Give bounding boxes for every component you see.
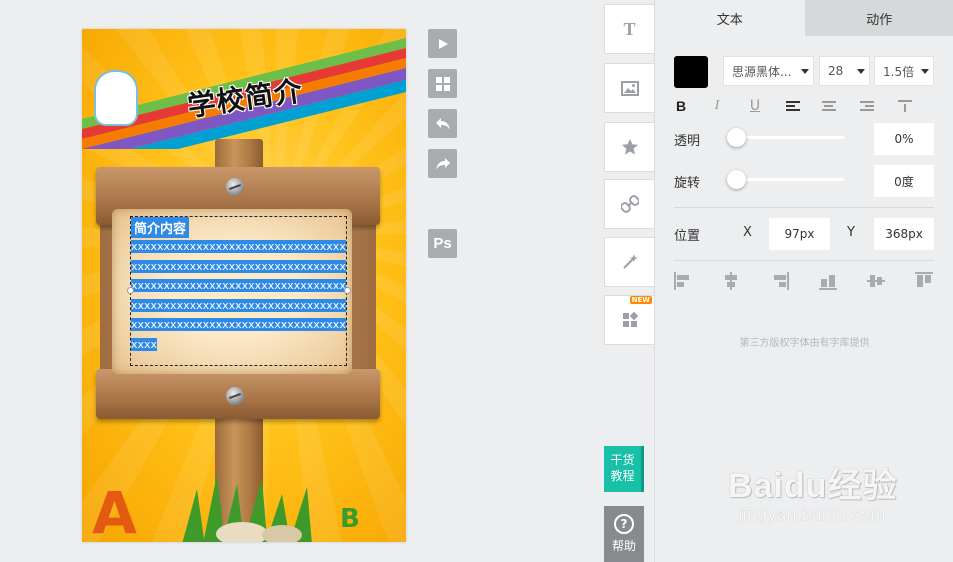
tab-text[interactable]: 文本 <box>655 0 805 36</box>
text-body: xxxxxxxxxxxxxxxxxxxxxxxxxxxxxxxxxxxxxxxx… <box>131 240 346 351</box>
font-size-value: 28 <box>828 64 844 78</box>
opacity-slider[interactable] <box>727 128 844 147</box>
design-canvas[interactable]: 学校简介 简介内容 xxxxxxxxxxxxxxxxxxxxxxxxxxxxxx… <box>82 29 406 542</box>
align-top-edge-button[interactable] <box>915 272 933 290</box>
new-badge: NEW <box>629 296 652 304</box>
align-left-icon <box>786 99 800 113</box>
help-button[interactable]: ? 帮助 <box>604 506 644 562</box>
x-label: X <box>743 225 752 240</box>
shape-tool-button[interactable] <box>604 122 654 172</box>
align-right-button[interactable] <box>857 97 877 115</box>
italic-button[interactable]: I <box>707 97 727 115</box>
align-center-button[interactable] <box>819 97 839 115</box>
help-icon: ? <box>614 514 634 534</box>
underline-button[interactable]: U <box>745 97 765 115</box>
text-icon: T <box>623 18 636 39</box>
y-label: Y <box>847 225 855 240</box>
baidu-watermark: Baidu经验 jingyan.baidu.com <box>728 458 897 524</box>
undo-icon <box>435 117 450 130</box>
panel-tabs: 文本 动作 <box>655 0 953 36</box>
letter-b-decoration: B <box>340 504 360 534</box>
tutorial-label-line1: 干货 <box>610 453 635 467</box>
font-color-picker[interactable] <box>674 56 708 88</box>
tutorial-button[interactable]: 干货 教程 <box>604 446 644 492</box>
align-center-icon <box>822 99 836 113</box>
screw-icon <box>226 178 244 196</box>
selected-text-box[interactable]: 简介内容 xxxxxxxxxxxxxxxxxxxxxxxxxxxxxxxxxxx… <box>127 216 351 366</box>
font-family-value: 思源黑体... <box>732 64 792 79</box>
bold-button[interactable]: B <box>671 97 691 115</box>
align-bottom-edge-button[interactable] <box>819 272 837 290</box>
component-tool-button[interactable]: NEW <box>604 295 654 345</box>
watermark-url: jingyan.baidu.com <box>738 505 886 524</box>
chevron-down-icon <box>801 69 809 74</box>
align-v-center-button[interactable] <box>867 272 885 290</box>
line-height-value: 1.5倍 <box>883 64 915 79</box>
tab-animation[interactable]: 动作 <box>804 0 953 36</box>
chevron-down-icon <box>921 69 929 74</box>
preview-button[interactable] <box>428 29 457 58</box>
text-heading: 简介内容 <box>131 217 190 238</box>
divider <box>674 207 934 208</box>
text-tool-button[interactable]: T <box>604 4 654 54</box>
letter-a-decoration: A <box>92 479 137 542</box>
resize-handle-left[interactable] <box>127 287 134 294</box>
help-label: 帮助 <box>611 539 636 553</box>
letter-spacing-button[interactable] <box>895 97 915 115</box>
x-position-field[interactable]: 97px <box>769 218 830 250</box>
link-icon <box>620 195 639 213</box>
redo-icon <box>435 157 450 170</box>
link-tool-button[interactable] <box>604 179 654 229</box>
grass-decoration <box>182 474 312 542</box>
components-icon <box>622 312 638 327</box>
redo-button[interactable] <box>428 149 457 178</box>
resize-handle-right[interactable] <box>344 287 351 294</box>
line-height-select[interactable]: 1.5倍 <box>874 56 934 86</box>
star-icon <box>621 138 638 155</box>
opacity-slider-knob[interactable] <box>727 128 746 147</box>
play-icon <box>438 38 448 49</box>
position-label: 位置 <box>674 229 701 244</box>
y-position-field[interactable]: 368px <box>874 218 934 250</box>
divider <box>674 260 934 261</box>
magic-wand-icon <box>622 254 638 269</box>
align-h-center-button[interactable] <box>722 272 740 290</box>
image-icon <box>620 80 639 96</box>
align-right-edge-button[interactable] <box>771 272 789 290</box>
tutorial-label-line2: 教程 <box>610 469 635 483</box>
watermark-main: Baidu经验 <box>728 467 898 505</box>
align-left-button[interactable] <box>783 97 803 115</box>
rotation-value-field[interactable]: 0度 <box>874 165 934 197</box>
ps-import-button[interactable]: Ps <box>428 229 457 258</box>
align-left-edge-button[interactable] <box>674 272 692 290</box>
rotation-label: 旋转 <box>674 176 701 191</box>
rotation-slider-knob[interactable] <box>727 170 746 189</box>
align-right-icon <box>860 99 874 113</box>
image-tool-button[interactable] <box>604 63 654 113</box>
screw-icon <box>226 387 244 405</box>
grid-icon <box>435 76 450 91</box>
text-spacing-icon <box>898 98 912 114</box>
layout-button[interactable] <box>428 69 457 98</box>
opacity-label: 透明 <box>674 134 701 149</box>
rotation-slider[interactable] <box>727 170 844 189</box>
tooth-mascot <box>96 72 136 124</box>
undo-button[interactable] <box>428 109 457 138</box>
chevron-down-icon <box>857 69 865 74</box>
opacity-value-field[interactable]: 0% <box>874 123 934 155</box>
font-family-select[interactable]: 思源黑体... <box>723 56 814 86</box>
font-credit-text: 第三方版权字体由有字库提供 <box>739 338 870 349</box>
effect-tool-button[interactable] <box>604 237 654 287</box>
font-size-select[interactable]: 28 <box>819 56 870 86</box>
